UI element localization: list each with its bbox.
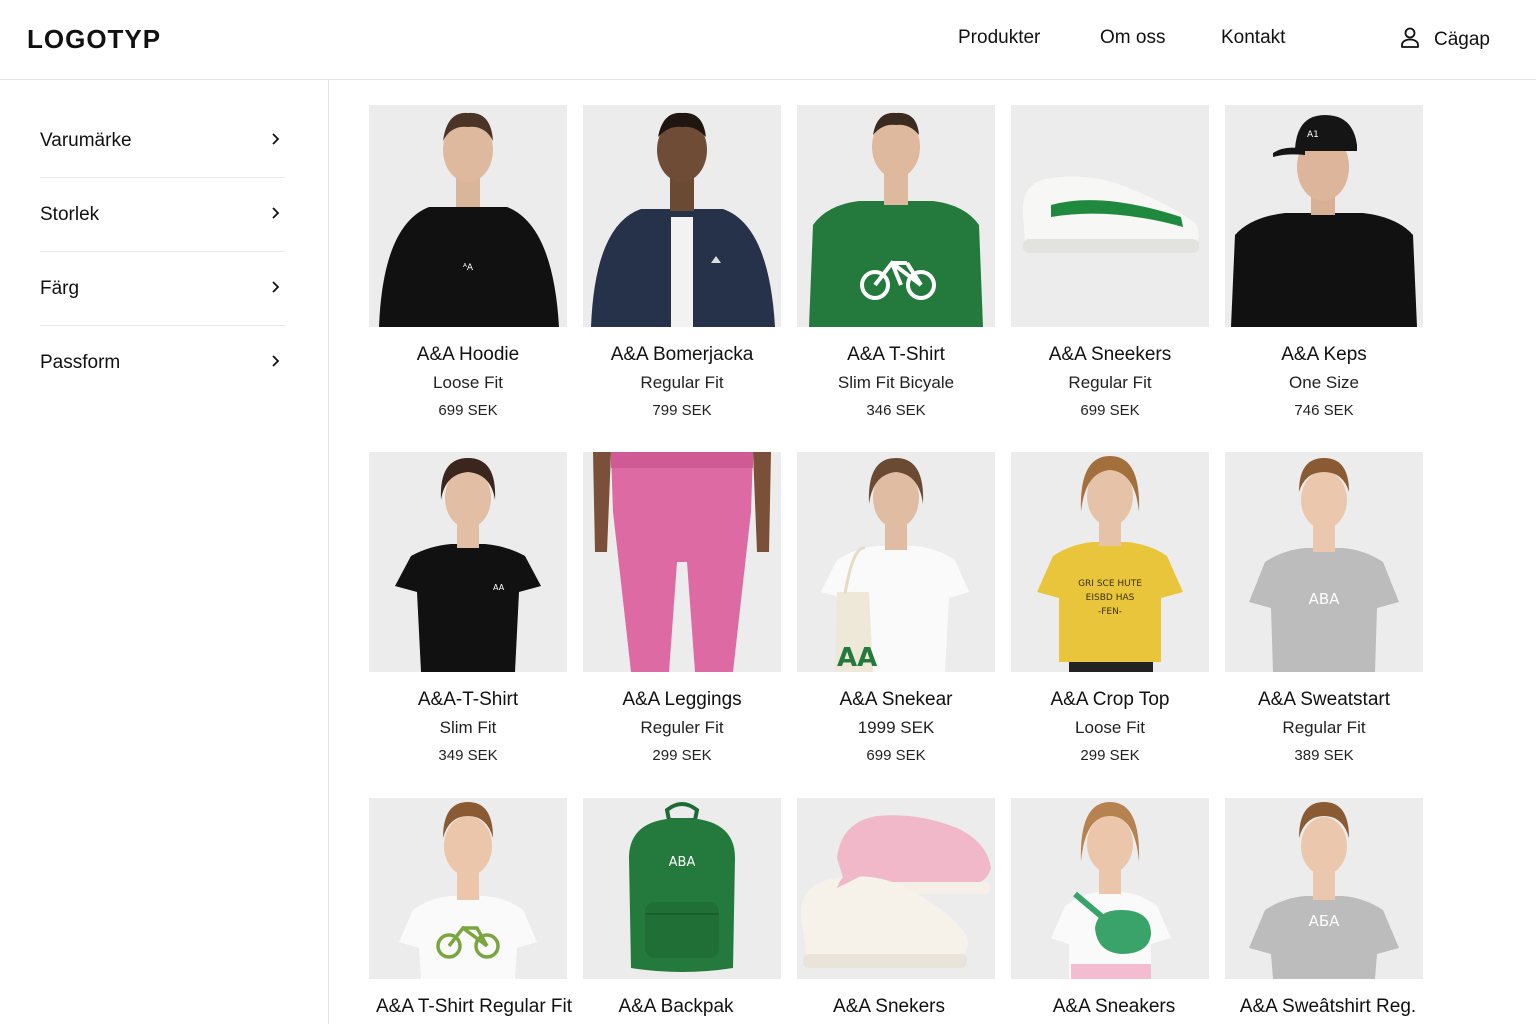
svg-text:AA: AA — [837, 643, 877, 672]
product-card[interactable]: A&A T-Shirt Slim Fit Bicyale 346 SEK — [797, 105, 995, 422]
logo[interactable]: LOGOTYP — [27, 24, 161, 55]
svg-text:ABA: ABA — [669, 855, 696, 870]
user-label: Cägap — [1434, 29, 1490, 50]
product-name: A&A-T-Shirt — [417, 689, 519, 710]
product-image-sneaker — [1011, 105, 1209, 327]
product-name: A&A Snekear — [839, 689, 953, 710]
product-image-bomber-jacket — [583, 105, 781, 327]
product-price: 799 SEK — [652, 402, 712, 419]
product-image-sweatshirt: ABA — [1225, 452, 1423, 672]
product-price: 349 SEK — [438, 747, 498, 764]
product-card[interactable]: A&A Snekers — [797, 798, 995, 1018]
filter-passform[interactable]: Passform — [40, 326, 285, 400]
product-card[interactable]: A&A Bomerjacka Regular Fit 799 SEK — [583, 105, 781, 422]
product-price: 699 SEK — [866, 747, 926, 764]
product-card[interactable]: A1 A&A Keps One Size 746 SEK — [1225, 105, 1423, 422]
product-name: A&A T-Shirt — [847, 344, 945, 365]
product-image-backpack: ABA — [583, 798, 781, 979]
site-header: LOGOTYP Produkter Om oss Kontakt Cägap — [0, 0, 1536, 80]
product-fit: Slim Fit — [439, 718, 497, 737]
product-fit: Reguler Fit — [640, 718, 724, 737]
product-fit: Regular Fit — [1068, 373, 1152, 392]
filter-storlek[interactable]: Storlek — [40, 178, 285, 252]
product-name: A&A Backpak — [618, 996, 734, 1017]
product-card[interactable]: ABA A&A Backpak — [583, 798, 781, 1018]
product-card[interactable]: ᴬA A&A Hoodie Loose Fit 699 SEK — [369, 105, 567, 422]
product-fit: One Size — [1289, 373, 1359, 392]
product-name: A&A Sweâtshirt Reg. — [1239, 996, 1417, 1017]
product-card[interactable]: A&A Sneakers — [1011, 798, 1209, 1018]
product-image-belt-bag — [1011, 798, 1209, 979]
product-image-pink-sneakers — [797, 798, 995, 979]
product-image-hoodie: ᴬA — [369, 105, 567, 327]
product-name: A&A Sweatstart — [1257, 689, 1390, 710]
product-image-leggings — [583, 452, 781, 672]
product-image-bicycle-tshirt — [797, 105, 995, 327]
product-card[interactable]: GRI SCE HUTE EISBD HAS -FEN- A&A Crop Top … — [1011, 452, 1209, 767]
product-card[interactable]: AA A&A-T-Shirt Slim Fit 349 SEK — [369, 452, 567, 767]
product-fit: Regular Fit — [640, 373, 724, 392]
svg-text:ᴬA: ᴬA — [463, 263, 474, 273]
nav-kontakt[interactable]: Kontakt — [1221, 27, 1285, 49]
filter-label: Storlek — [40, 203, 100, 225]
product-name: A&A Sneekers — [1048, 344, 1172, 365]
product-image-tote-bag: AA — [797, 452, 995, 672]
svg-text:GRI SCE HUTE: GRI SCE HUTE — [1078, 579, 1142, 589]
user-account-link[interactable]: Cägap — [1398, 25, 1490, 55]
product-name: A&A Crop Top — [1050, 689, 1170, 710]
product-image-kids-bicycle-tshirt — [369, 798, 567, 979]
product-fit: Slim Fit Bicyale — [837, 373, 955, 392]
product-card[interactable]: ABA A&A Sweatstart Regular Fit 389 SEK — [1225, 452, 1423, 767]
svg-text:AБA: AБA — [1309, 912, 1341, 930]
svg-text:ABA: ABA — [1309, 590, 1341, 608]
product-image-kids-sweatshirt: AБA — [1225, 798, 1423, 979]
product-image-crop-top: GRI SCE HUTE EISBD HAS -FEN- — [1011, 452, 1209, 672]
product-card[interactable]: A&A Leggings Reguler Fit 299 SEK — [583, 452, 781, 767]
product-card[interactable]: A&A Sneekers Regular Fit 699 SEK — [1011, 105, 1209, 422]
product-price: 699 SEK — [438, 402, 498, 419]
chevron-right-icon — [269, 352, 285, 374]
user-icon — [1398, 25, 1422, 55]
chevron-right-icon — [269, 130, 285, 152]
product-price: 699 SEK — [1080, 402, 1140, 419]
product-name: A&A Leggings — [622, 689, 742, 710]
product-price: 389 SEK — [1294, 747, 1354, 764]
product-price: 746 SEK — [1294, 402, 1354, 419]
nav-om-oss[interactable]: Om oss — [1100, 27, 1165, 49]
filter-label: Varumärke — [40, 129, 132, 151]
product-fit: Regular Fit — [1282, 718, 1366, 737]
product-price: 346 SEK — [866, 402, 926, 419]
product-card[interactable]: AБA A&A Sweâtshirt Reg. — [1225, 798, 1423, 1018]
filter-label: Passform — [40, 352, 121, 373]
product-name: A&A Keps — [1281, 344, 1367, 365]
product-name: A&A Bomerjacka — [610, 344, 754, 365]
filter-sidebar: Varumärke Storlek Färg Passform — [0, 80, 329, 1024]
svg-text:EISBD HAS: EISBD HAS — [1086, 593, 1135, 603]
product-fit: Loose Fit — [433, 373, 503, 392]
product-image-womens-tshirt: AA — [369, 452, 567, 672]
chevron-right-icon — [269, 204, 285, 226]
filter-farg[interactable]: Färg — [40, 252, 285, 326]
product-name: A&A Snekers — [833, 996, 945, 1017]
product-price: 299 SEK — [652, 747, 712, 764]
product-card[interactable]: A&A T-Shirt Regular Fit — [369, 798, 572, 1018]
product-name: A&A Sneakers — [1052, 996, 1176, 1017]
product-fit: 1999 SEK — [857, 718, 935, 737]
filter-label: Färg — [40, 277, 80, 299]
filter-varumarke[interactable]: Varumärke — [40, 104, 285, 178]
product-fit: Loose Fit — [1075, 718, 1145, 737]
product-name: A&A Hoodie — [416, 344, 520, 365]
chevron-right-icon — [269, 278, 285, 300]
product-name: A&A T-Shirt Regular Fit — [375, 996, 573, 1017]
svg-text:AA: AA — [493, 583, 505, 592]
product-card[interactable]: AA A&A Snekear 1999 SEK 699 SEK — [797, 452, 995, 767]
svg-text:A1: A1 — [1307, 130, 1319, 140]
svg-text:-FEN-: -FEN- — [1098, 607, 1122, 617]
product-price: 299 SEK — [1080, 747, 1140, 764]
product-image-cap: A1 — [1225, 105, 1423, 327]
nav-produkter[interactable]: Produkter — [958, 27, 1040, 49]
